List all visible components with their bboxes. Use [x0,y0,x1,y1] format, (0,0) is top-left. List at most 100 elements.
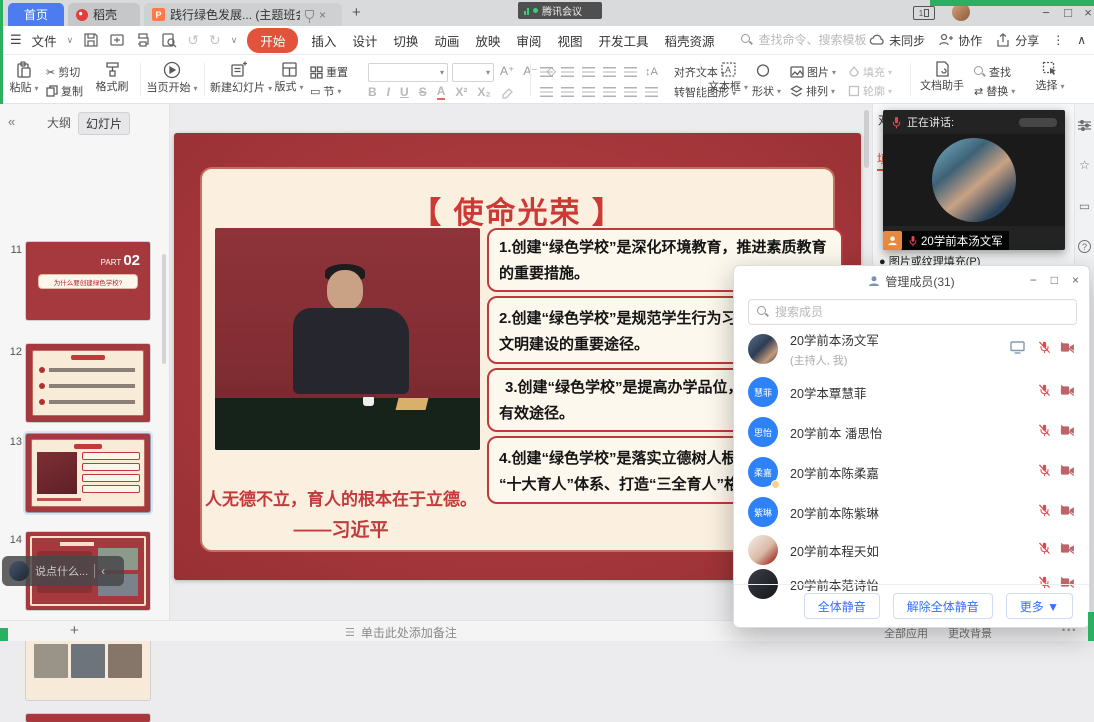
paste-button[interactable]: 粘贴 ▾ [6,61,42,95]
slide-thumbnail-12[interactable] [26,344,150,422]
print-icon[interactable] [135,32,151,48]
strikethrough-button[interactable]: S [419,85,427,99]
camera-off-icon[interactable] [1060,505,1075,519]
member-search-input[interactable] [775,305,1068,319]
increase-font-icon[interactable]: A⁺ [500,64,514,78]
line-spacing-icon[interactable]: ↕A [645,66,658,78]
ribbon-tab-insert[interactable]: 插入 [308,31,339,50]
ribbon-tab-design[interactable]: 设计 [349,31,380,50]
decrease-indent-icon[interactable] [582,67,595,77]
member-search[interactable] [748,299,1077,325]
select-button[interactable]: 选择 ▾ [1030,61,1070,93]
distribute-icon[interactable] [624,87,637,97]
slide-thumbnail-16-partial[interactable] [26,714,150,722]
collapse-sidebar-icon[interactable]: « [8,114,15,129]
arrange-button[interactable]: 排列 ▾ [790,83,835,99]
doc-assistant-button[interactable]: 文档助手 [916,61,968,93]
mic-off-icon[interactable] [1038,504,1051,520]
pin-tab-icon[interactable] [305,10,314,19]
align-right-icon[interactable] [582,87,595,97]
font-name-select[interactable]: ▾ [368,63,448,82]
close-tab-icon[interactable]: × [319,8,326,22]
outline-button[interactable]: 轮廓 ▾ [848,83,892,99]
file-menu[interactable]: 文件 [32,31,57,50]
copy-button[interactable]: 复制 [46,83,83,99]
slide-thumbnail-13-current[interactable] [26,434,150,512]
increase-indent-icon[interactable] [603,67,616,77]
print-preview-icon[interactable] [161,32,177,48]
minimize-icon[interactable]: − [1030,273,1037,287]
cut-button[interactable]: ✂ 剪切 [46,64,80,80]
fill-button[interactable]: 填充 ▾ [848,64,892,80]
export-icon[interactable] [109,32,125,48]
picture-button[interactable]: 图片 ▾ [790,64,836,80]
slide-quote[interactable]: 人无德不立，育人的根本在于立德。 ——习近平 [195,485,487,542]
justify-icon[interactable] [603,87,616,97]
mic-off-icon[interactable] [1038,384,1051,400]
sync-status[interactable]: 未同步 [869,32,925,49]
new-slide-button[interactable]: 新建幻灯片 ▾ [210,61,268,95]
align-left-icon[interactable] [540,87,553,97]
command-search-input[interactable] [758,33,886,47]
bullet-list-icon[interactable] [540,67,553,77]
tab-document[interactable]: P 践行绿色发展... (主题班会) × [144,3,342,26]
add-slide-button[interactable]: + [70,622,79,639]
replace-button[interactable]: ⇄ 替换 ▾ [974,83,1015,99]
tab-daoke[interactable]: 稻壳 [68,3,140,26]
text-direction-icon[interactable] [624,67,637,77]
chat-collapse-icon[interactable]: ‹ [101,564,105,578]
sidebar-scrollbar[interactable] [162,254,166,364]
meeting-floating-bar[interactable]: 腾讯会议 [518,2,602,19]
camera-off-icon[interactable] [1060,465,1075,479]
section-button[interactable]: ▭ 节 ▾ [310,83,341,99]
superscript-button[interactable]: X² [455,85,467,99]
member-row[interactable]: 紫琳 20学前本陈紫琳 [734,492,1089,532]
ribbon-tab-daoke-resources[interactable]: 稻壳资源 [661,31,717,50]
hamburger-icon[interactable]: ☰ [10,32,22,48]
mic-off-icon[interactable] [1038,341,1051,357]
font-size-select[interactable]: ▾ [452,63,494,82]
ribbon-tab-view[interactable]: 视图 [554,31,585,50]
camera-off-icon[interactable] [1060,385,1075,399]
member-row[interactable]: 柔嘉 20学前本陈柔嘉 [734,452,1089,492]
shape-gallery[interactable] [756,64,771,77]
member-row[interactable]: 慧菲 20学本覃慧菲 [734,374,1089,410]
align-center-icon[interactable] [561,87,574,97]
mic-off-icon[interactable] [1038,424,1051,440]
ribbon-tab-start[interactable]: 开始 [247,28,298,53]
properties-icon[interactable] [1078,120,1091,131]
command-search[interactable] [741,33,886,47]
reset-button[interactable]: 重置 [310,64,348,80]
camera-off-icon[interactable] [1060,425,1075,439]
shape-button[interactable]: 形状 ▾ [752,83,781,99]
bold-button[interactable]: B [368,85,377,99]
main-scrollbar[interactable] [864,110,869,168]
ribbon-tab-animation[interactable]: 动画 [431,31,462,50]
italic-button[interactable]: I [387,85,390,99]
notes-area[interactable]: ☰ 单击此处添加备注 [345,624,457,641]
underline-button[interactable]: U [400,85,409,99]
slide-photo[interactable] [215,228,480,450]
layout-button[interactable]: 版式 ▾ [272,61,306,94]
mic-off-icon[interactable] [1038,464,1051,480]
ribbon-tab-transition[interactable]: 切换 [390,31,421,50]
tab-outline[interactable]: 大纲 [40,112,78,133]
slide-title[interactable]: 【 使命光荣 】 [174,188,861,232]
camera-off-icon[interactable] [1060,543,1075,557]
quickbar-caret-icon[interactable]: ∨ [231,35,238,46]
favorites-icon[interactable]: ☆ [1079,158,1090,172]
member-row[interactable]: 20学前本程天如 [734,532,1089,568]
save-icon[interactable] [83,32,99,48]
redo-icon[interactable]: ↻ [209,32,221,49]
more-menu-icon[interactable]: ⋮ [1052,33,1064,47]
ribbon-tab-review[interactable]: 审阅 [513,31,544,50]
workspace-switch-icon[interactable]: 1 [913,6,935,20]
format-painter-button[interactable]: 格式刷 [92,61,132,94]
unmute-all-button[interactable]: 解除全体静音 [893,593,993,619]
close-button[interactable]: × [1080,5,1094,20]
mute-all-button[interactable]: 全体静音 [804,593,880,619]
meeting-video-overlay[interactable]: 正在讲话: 20学前本汤文军 [883,110,1065,250]
share-button[interactable]: 分享 [995,32,1039,49]
mic-off-icon[interactable] [1038,542,1051,558]
font-color-button[interactable]: A [437,84,446,100]
